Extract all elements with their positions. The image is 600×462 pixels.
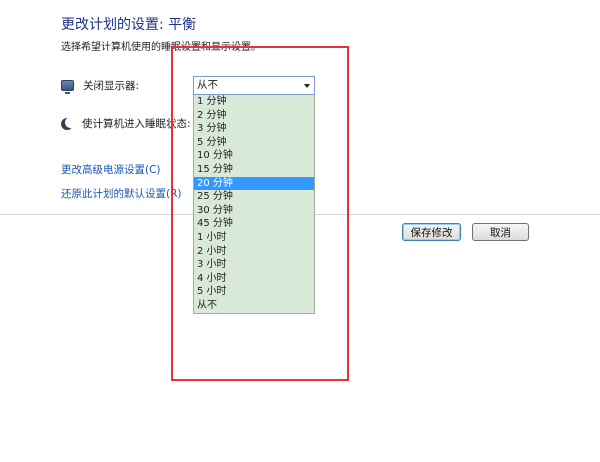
chevron-down-icon[interactable] [304,84,310,88]
dropdown-option[interactable]: 5 分钟 [194,136,314,150]
display-off-select[interactable]: 从不 [193,76,315,95]
dropdown-option[interactable]: 2 小时 [194,245,314,259]
dropdown-option[interactable]: 1 分钟 [194,95,314,109]
select-value: 从不 [197,79,218,91]
dropdown-option[interactable]: 30 分钟 [194,204,314,218]
dropdown-option[interactable]: 15 分钟 [194,163,314,177]
page-subtitle: 选择希望计算机使用的睡眠设置和显示设置。 [61,42,261,53]
dropdown-option[interactable]: 10 分钟 [194,149,314,163]
monitor-icon [61,80,74,94]
dropdown-option[interactable]: 从不 [194,299,314,313]
page-title: 更改计划的设置: 平衡 [61,17,197,33]
dropdown-option[interactable]: 4 小时 [194,272,314,286]
sleep-label: 使计算机进入睡眠状态: [82,118,191,130]
dropdown-option-list: 1 分钟 2 分钟 3 分钟 5 分钟 10 分钟 15 分钟 20 分钟 25 分钟 30 分… [193,95,315,314]
save-button[interactable]: 保存修改 [402,223,461,241]
cancel-button[interactable]: 取消 [472,223,529,241]
dropdown-option[interactable]: 2 分钟 [194,109,314,123]
sleep-setting: 使计算机进入睡眠状态: [61,116,191,131]
display-off-setting: 关闭显示器: [61,78,140,94]
restore-defaults-link[interactable]: 还原此计划的默认设置(R) [61,186,182,201]
dropdown-option[interactable]: 45 分钟 [194,217,314,231]
dropdown-option[interactable]: 1 小时 [194,231,314,245]
moon-icon [61,116,76,130]
dropdown-option[interactable]: 20 分钟 [194,176,314,191]
dropdown-option[interactable]: 3 分钟 [194,122,314,136]
dropdown-option[interactable]: 25 分钟 [194,190,314,204]
advanced-power-settings-link[interactable]: 更改高级电源设置(C) [61,162,161,177]
dropdown-option[interactable]: 3 小时 [194,258,314,272]
dropdown-option[interactable]: 5 小时 [194,285,314,299]
display-off-label: 关闭显示器: [83,80,140,92]
